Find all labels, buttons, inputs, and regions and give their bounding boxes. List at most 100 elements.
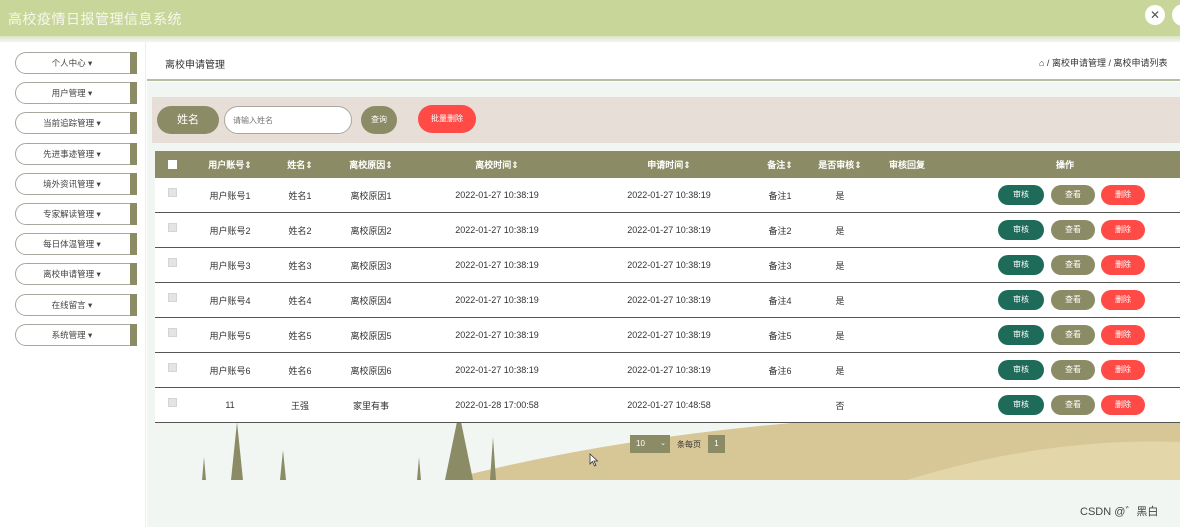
view-button[interactable]: 查看 — [1051, 395, 1095, 415]
sidebar-item-tracking[interactable]: 当前追踪管理 ▾ — [15, 112, 137, 134]
view-button[interactable]: 查看 — [1051, 360, 1095, 380]
name-cell: 姓名6 — [288, 365, 312, 376]
row-checkbox[interactable] — [168, 363, 177, 372]
leave-application-table: 用户账号⇕ 姓名⇕ 离校原因⇕ 离校时间⇕ 申请时间⇕ 备注⇕ 是否审核⇕ 审核… — [155, 151, 1180, 423]
content-header: 离校申请管理 ⌂ / 离校申请管理 / 离校申请列表 — [147, 43, 1180, 81]
audit-button[interactable]: 审核 — [998, 360, 1044, 380]
delete-button[interactable]: 删除 — [1101, 360, 1145, 380]
row-actions: 审核 查看 删除 — [998, 255, 1148, 275]
view-button[interactable]: 查看 — [1051, 185, 1095, 205]
view-button[interactable]: 查看 — [1051, 290, 1095, 310]
sidebar-item-label: 先进事迹管理 ▾ — [43, 149, 101, 159]
sidebar-item-leave-application[interactable]: 离校申请管理 ▾ — [15, 263, 137, 285]
batch-delete-button[interactable]: 批量删除 — [418, 105, 476, 133]
note-cell: 备注2 — [768, 225, 792, 236]
row-select-cell — [165, 178, 180, 212]
apply-time-cell: 2022-01-27 10:38:19 — [627, 260, 711, 270]
close-icon[interactable]: ✕ — [1145, 5, 1165, 25]
sidebar-item-deeds[interactable]: 先进事迹管理 ▾ — [15, 143, 137, 165]
reason-cell: 家里有事 — [352, 400, 389, 411]
top-bar: 高校疫情日报管理信息系统 ✕ — [0, 0, 1180, 36]
delete-button[interactable]: 删除 — [1101, 395, 1145, 415]
row-checkbox[interactable] — [168, 188, 177, 197]
audit-button[interactable]: 审核 — [998, 255, 1044, 275]
leave-time-cell: 2022-01-27 10:38:19 — [455, 190, 539, 200]
name-cell: 王强 — [290, 400, 309, 411]
column-header-note[interactable]: 备注⇕ — [755, 151, 805, 178]
row-actions: 审核 查看 删除 — [998, 220, 1148, 240]
apply-time-cell: 2022-01-27 10:38:19 — [627, 190, 711, 200]
view-button[interactable]: 查看 — [1051, 255, 1095, 275]
note-cell: 备注6 — [768, 365, 792, 376]
delete-button[interactable]: 删除 — [1101, 185, 1145, 205]
page-size-value: 10 — [636, 439, 645, 448]
note-cell — [755, 388, 805, 422]
breadcrumb[interactable]: ⌂ / 离校申请管理 / 离校申请列表 — [1039, 56, 1167, 69]
name-cell: 姓名3 — [288, 260, 312, 271]
sidebar-item-messages[interactable]: 在线留言 ▾ — [15, 294, 137, 316]
account-cell: 用户账号1 — [209, 190, 251, 201]
table-header: 用户账号⇕ 姓名⇕ 离校原因⇕ 离校时间⇕ 申请时间⇕ 备注⇕ 是否审核⇕ 审核… — [155, 151, 1180, 178]
sidebar-item-label: 当前追踪管理 ▾ — [43, 118, 101, 128]
column-header-apply-time[interactable]: 申请时间⇕ — [589, 151, 749, 178]
audit-button[interactable]: 审核 — [998, 325, 1044, 345]
sidebar-item-label: 离校申请管理 ▾ — [43, 269, 101, 279]
delete-button[interactable]: 删除 — [1101, 220, 1145, 240]
row-checkbox[interactable] — [168, 398, 177, 407]
tree-shape — [231, 422, 243, 480]
sidebar-item-label: 境外资讯管理 ▾ — [43, 179, 101, 189]
column-header-audited[interactable]: 是否审核⇕ — [810, 151, 870, 178]
account-cell: 用户账号3 — [209, 260, 251, 271]
reason-cell: 离校原因5 — [350, 330, 392, 341]
delete-button[interactable]: 删除 — [1101, 325, 1145, 345]
leave-time-cell: 2022-01-27 10:38:19 — [455, 225, 539, 235]
query-button[interactable]: 查询 — [361, 106, 397, 134]
apply-time-cell: 2022-01-27 10:38:19 — [627, 365, 711, 375]
sidebar-item-label: 专家解读管理 ▾ — [43, 209, 101, 219]
row-actions: 审核 查看 删除 — [998, 325, 1148, 345]
row-checkbox[interactable] — [168, 223, 177, 232]
view-button[interactable]: 查看 — [1051, 220, 1095, 240]
chevron-down-icon: ⌄ — [660, 440, 666, 447]
sidebar-item-system[interactable]: 系统管理 ▾ — [15, 324, 137, 346]
select-all-checkbox[interactable] — [168, 160, 177, 169]
row-actions: 审核 查看 删除 — [998, 290, 1148, 310]
page-size-select[interactable]: 10 ⌄ — [630, 435, 670, 453]
user-avatar[interactable] — [1172, 4, 1180, 26]
audit-button[interactable]: 审核 — [998, 220, 1044, 240]
sidebar-item-users[interactable]: 用户管理 ▾ — [15, 82, 137, 104]
audit-button[interactable]: 审核 — [998, 290, 1044, 310]
audited-cell: 是 — [835, 225, 845, 236]
name-search-input[interactable] — [224, 106, 352, 134]
sidebar-item-overseas-news[interactable]: 境外资讯管理 ▾ — [15, 173, 137, 195]
reason-cell: 离校原因3 — [350, 260, 392, 271]
column-header-name[interactable]: 姓名⇕ — [273, 151, 327, 178]
audit-button[interactable]: 审核 — [998, 185, 1044, 205]
sidebar-item-personal-center[interactable]: 个人中心 ▾ — [15, 52, 137, 74]
sidebar-item-expert[interactable]: 专家解读管理 ▾ — [15, 203, 137, 225]
note-cell: 备注4 — [768, 295, 792, 306]
column-header-account[interactable]: 用户账号⇕ — [190, 151, 270, 178]
name-cell: 姓名4 — [288, 295, 312, 306]
note-cell: 备注3 — [768, 260, 792, 271]
delete-button[interactable]: 删除 — [1101, 255, 1145, 275]
table-row: 用户账号6 姓名6 离校原因6 2022-01-27 10:38:19 2022… — [155, 353, 1180, 388]
row-checkbox[interactable] — [168, 293, 177, 302]
view-button[interactable]: 查看 — [1051, 325, 1095, 345]
page-number-button[interactable]: 1 — [708, 435, 725, 453]
row-checkbox[interactable] — [168, 328, 177, 337]
apply-time-cell: 2022-01-27 10:38:19 — [627, 295, 711, 305]
name-cell: 姓名2 — [288, 225, 312, 236]
audit-button[interactable]: 审核 — [998, 395, 1044, 415]
table-row: 用户账号4 姓名4 离校原因4 2022-01-27 10:38:19 2022… — [155, 283, 1180, 318]
sidebar-item-temperature[interactable]: 每日体温管理 ▾ — [15, 233, 137, 255]
row-select-cell — [165, 248, 180, 282]
sidebar-item-label: 用户管理 ▾ — [51, 88, 93, 98]
page-title: 离校申请管理 — [165, 60, 225, 71]
row-checkbox[interactable] — [168, 258, 177, 267]
column-header-reason[interactable]: 离校原因⇕ — [331, 151, 411, 178]
delete-button[interactable]: 删除 — [1101, 290, 1145, 310]
column-header-leave-time[interactable]: 离校时间⇕ — [417, 151, 577, 178]
top-bar-shadow — [0, 36, 1180, 42]
table-row: 用户账号3 姓名3 离校原因3 2022-01-27 10:38:19 2022… — [155, 248, 1180, 283]
